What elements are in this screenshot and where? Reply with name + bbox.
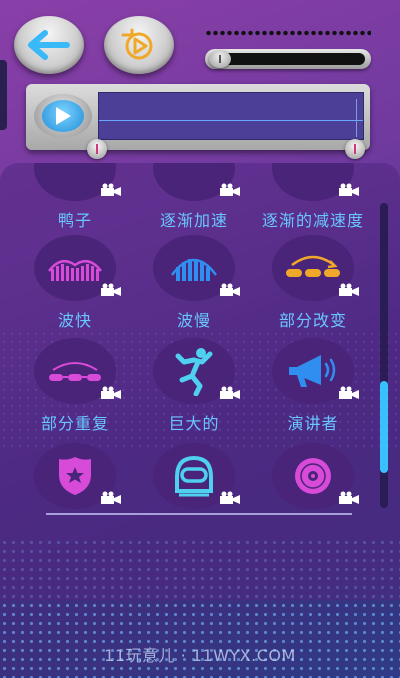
effect-label: 演讲者 (287, 414, 339, 433)
partial-change-icon (286, 255, 340, 277)
astronaut-helmet-icon (175, 455, 213, 497)
video-camera-icon (220, 386, 240, 399)
replay-button[interactable] (104, 16, 174, 74)
effects-panel: 鸭子 逐渐加速 逐渐的减速度 波快 波慢 部分改变 部分重复 巨大的 演讲者 (0, 163, 400, 600)
waveform-panel (26, 84, 370, 150)
effect-label: 巨大的 (168, 414, 220, 433)
scrollbar-thumb[interactable] (380, 381, 388, 473)
effect-slow-wave[interactable]: 波慢 (139, 235, 249, 331)
watermark: 11玩意儿 · 11WYX.COM (104, 646, 296, 665)
effect-partial-change[interactable]: 部分改变 (258, 235, 368, 331)
effect-disc[interactable] (258, 443, 368, 509)
effect-label: 逐渐加速 (159, 211, 228, 230)
replay-icon (121, 28, 153, 60)
effect-astronaut[interactable] (139, 443, 249, 509)
giant-icon (175, 348, 213, 396)
effect-giant[interactable]: 巨大的 (139, 338, 249, 434)
video-camera-icon (339, 386, 359, 399)
video-camera-icon (101, 183, 121, 196)
back-button[interactable] (14, 16, 84, 74)
waveform-display[interactable] (98, 92, 364, 140)
trim-end-handle[interactable] (345, 139, 365, 159)
effect-label: 波慢 (176, 311, 211, 330)
megaphone-icon (289, 355, 336, 387)
play-icon (56, 107, 71, 125)
video-camera-icon (220, 491, 240, 504)
effect-label: 部分重复 (40, 414, 109, 433)
effects-scrollbar[interactable] (380, 203, 388, 508)
police-badge-icon (59, 457, 91, 495)
video-camera-icon (339, 491, 359, 504)
effect-label: 鸭子 (57, 211, 92, 230)
video-camera-icon (101, 386, 121, 399)
video-camera-icon (220, 283, 240, 296)
video-camera-icon (220, 183, 240, 196)
effect-police[interactable] (20, 443, 130, 509)
fast-wave-icon (48, 259, 102, 281)
video-camera-icon (101, 491, 121, 504)
video-camera-icon (339, 283, 359, 296)
back-arrow-icon (28, 30, 70, 60)
play-button[interactable] (34, 94, 92, 138)
volume-knob[interactable] (209, 50, 231, 68)
effect-duck[interactable]: 鸭子 (20, 163, 130, 231)
effect-accelerate[interactable]: 逐渐加速 (139, 163, 249, 231)
vinyl-disc-icon (295, 458, 331, 494)
effect-partial-repeat[interactable]: 部分重复 (20, 338, 130, 434)
effect-label: 部分改变 (278, 311, 347, 330)
effect-speaker[interactable]: 演讲者 (258, 338, 368, 434)
effect-decelerate[interactable]: 逐渐的减速度 (258, 163, 368, 231)
volume-indicator (205, 30, 371, 36)
video-camera-icon (101, 283, 121, 296)
effect-label: 波快 (57, 311, 92, 330)
slow-wave-icon (170, 258, 218, 281)
trim-start-handle[interactable] (87, 139, 107, 159)
effect-label: 逐渐的减速度 (261, 211, 364, 230)
video-camera-icon (339, 183, 359, 196)
partial-repeat-icon (49, 362, 101, 381)
effect-fast-wave[interactable]: 波快 (20, 235, 130, 331)
volume-slider[interactable] (205, 49, 371, 69)
list-fade-line (46, 513, 352, 515)
edge-tab[interactable] (0, 60, 7, 130)
